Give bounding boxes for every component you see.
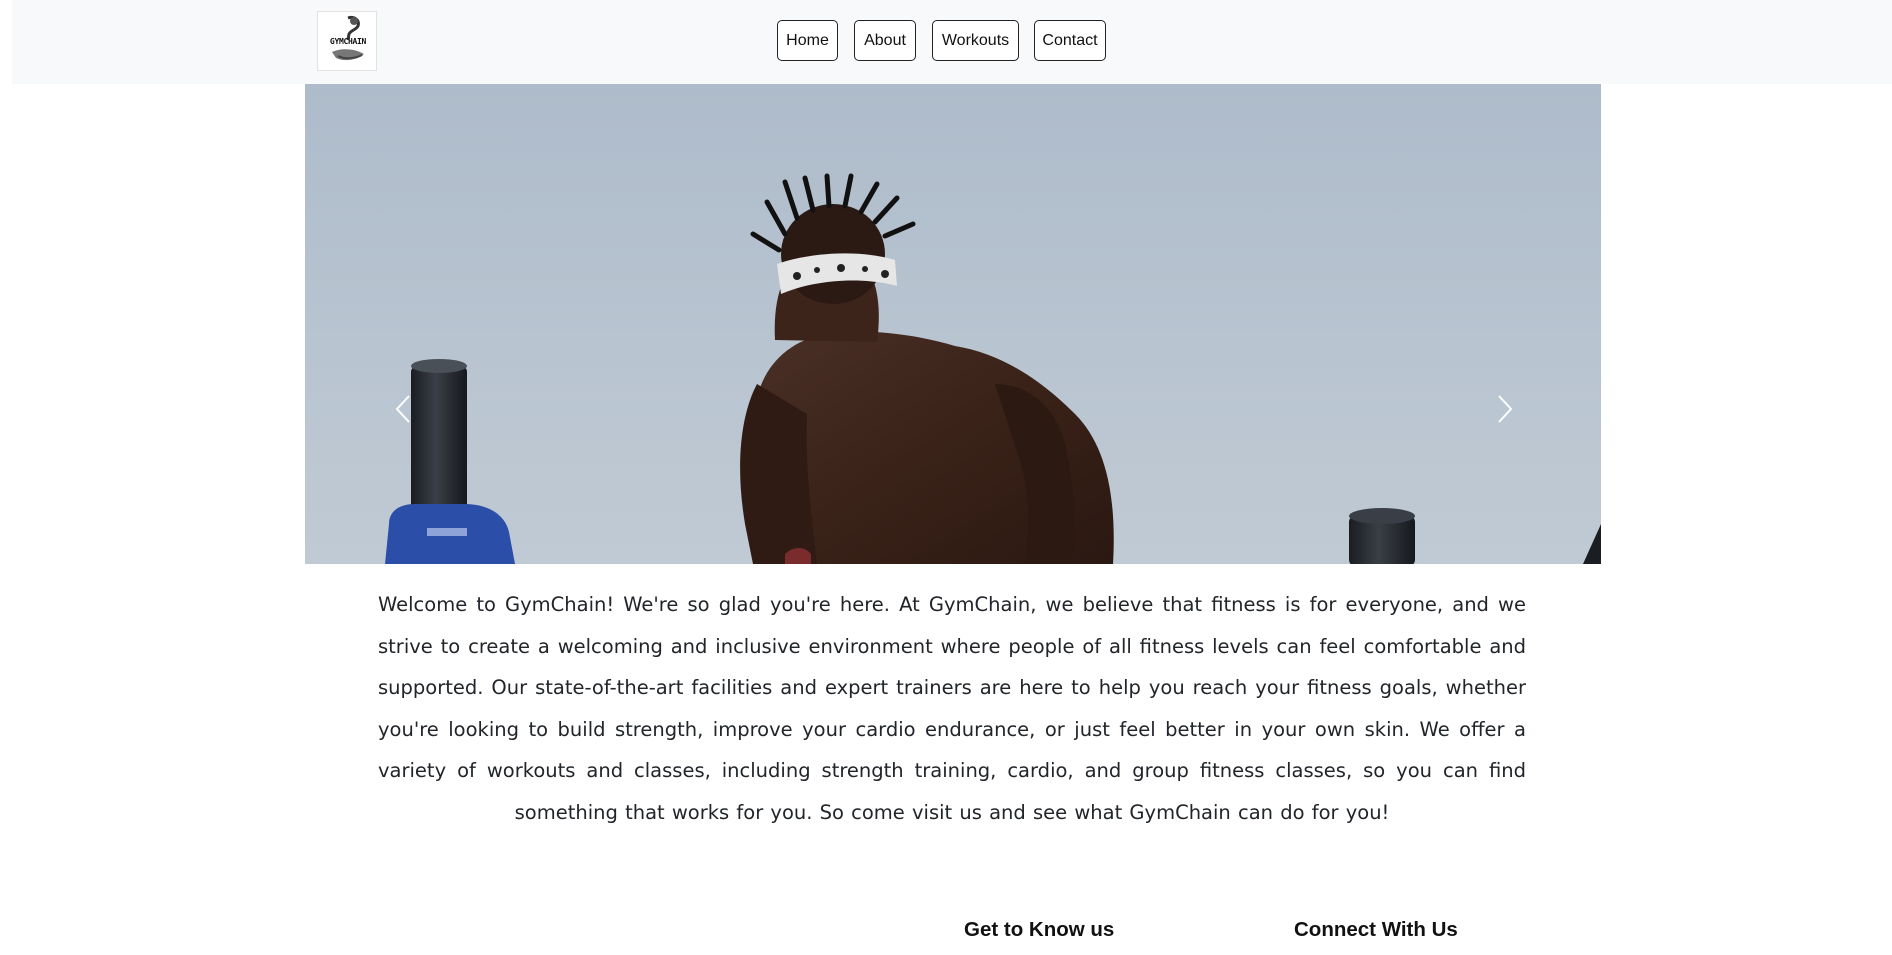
logo-text: GYMCHAIN: [329, 37, 367, 46]
carousel-prev-button[interactable]: [383, 374, 423, 444]
nav-workouts-button[interactable]: Workouts: [932, 20, 1019, 61]
get-to-know-us-heading: Get to Know us: [964, 918, 1115, 941]
hero-image: [385, 173, 1601, 564]
nav-contact-button[interactable]: Contact: [1034, 20, 1106, 61]
nav-about-button[interactable]: About: [854, 20, 916, 61]
hero-carousel: [305, 84, 1601, 564]
navbar: GYMCHAIN Home About Workouts Contact: [12, 0, 1892, 84]
carousel-next-button[interactable]: [1485, 374, 1525, 444]
welcome-text: Welcome to GymChain! We're so glad you'r…: [378, 593, 1526, 824]
chevron-left-icon: [395, 395, 410, 423]
gymchain-logo[interactable]: GYMCHAIN: [317, 11, 377, 71]
connect-with-us-heading: Connect With Us: [1294, 918, 1458, 941]
chevron-right-icon: [1498, 395, 1513, 423]
nav-home-button[interactable]: Home: [777, 20, 838, 61]
